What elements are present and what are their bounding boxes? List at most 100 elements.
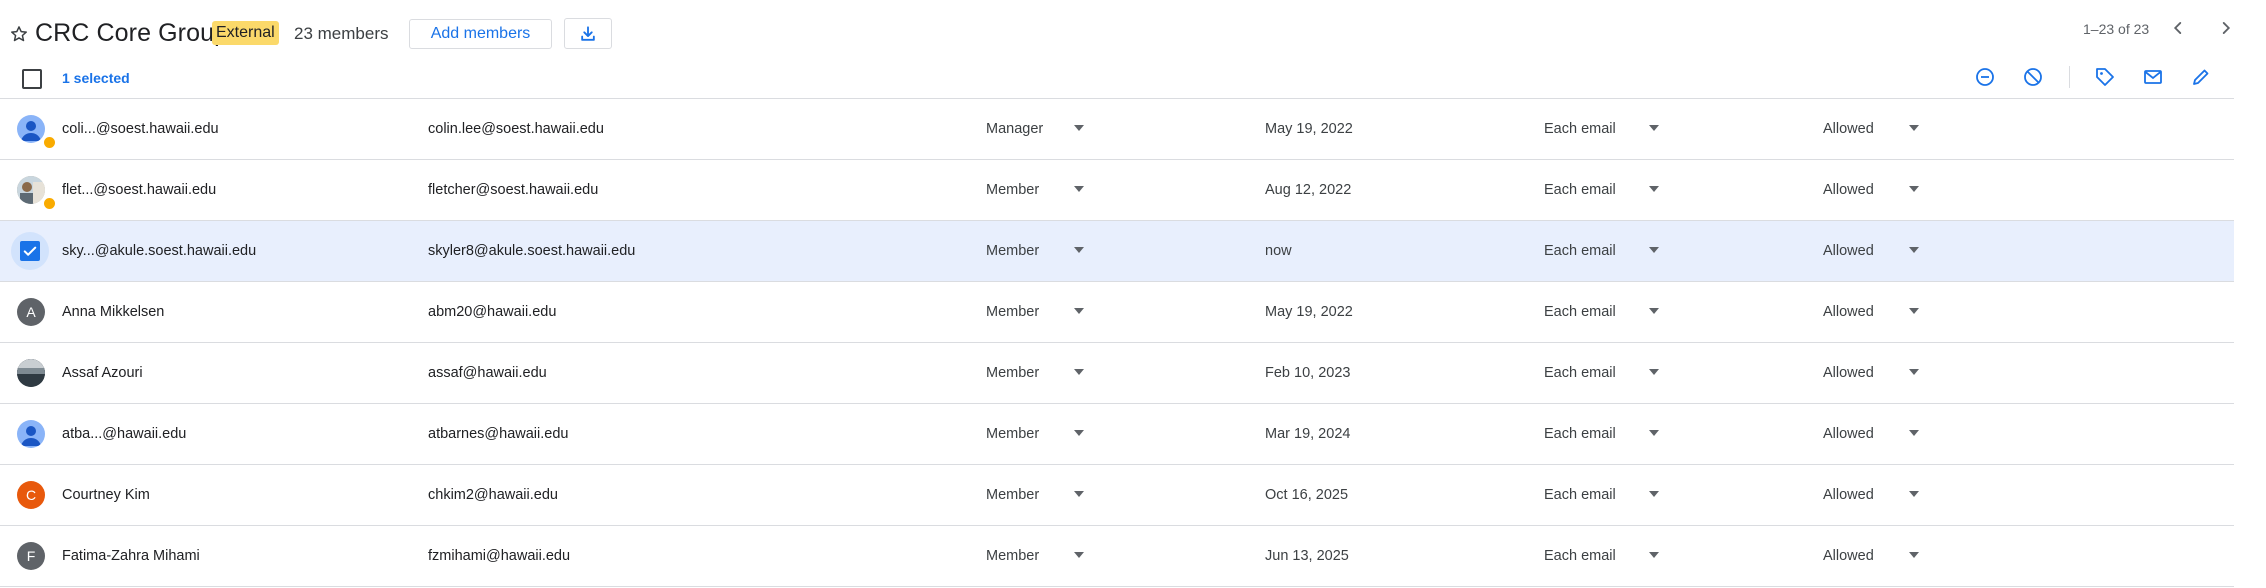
table-row[interactable]: sky...@akule.soest.hawaii.edu skyler8@aku…: [0, 221, 2234, 282]
subscription-select[interactable]: Each email: [1544, 426, 1616, 442]
joined-date: Feb 10, 2023: [1265, 365, 1351, 381]
joined-date: May 19, 2022: [1265, 121, 1353, 137]
role-dropdown-caret-icon[interactable]: [1074, 125, 1084, 131]
member-name: Anna Mikkelsen: [62, 304, 165, 320]
member-name: Fatima-Zahra Mihami: [62, 548, 200, 564]
role-dropdown-caret-icon[interactable]: [1074, 247, 1084, 253]
edit-pencil-icon[interactable]: [2189, 65, 2213, 89]
role-select[interactable]: Member: [986, 487, 1039, 503]
subscription-dropdown-caret-icon[interactable]: [1649, 430, 1659, 436]
joined-date: May 19, 2022: [1265, 304, 1353, 320]
posting-dropdown-caret-icon[interactable]: [1909, 552, 1919, 558]
posting-permission-select[interactable]: Allowed: [1823, 548, 1874, 564]
avatar: F: [17, 542, 45, 570]
member-count: 23 members: [294, 24, 389, 43]
role-select[interactable]: Member: [986, 426, 1039, 442]
external-user-badge-icon: [42, 135, 57, 150]
role-dropdown-caret-icon[interactable]: [1074, 369, 1084, 375]
joined-date: Oct 16, 2025: [1265, 487, 1349, 503]
subscription-select[interactable]: Each email: [1544, 182, 1616, 198]
external-user-badge-icon: [42, 196, 57, 211]
subscription-dropdown-caret-icon[interactable]: [1649, 125, 1659, 131]
posting-dropdown-caret-icon[interactable]: [1909, 247, 1919, 253]
posting-permission-select[interactable]: Allowed: [1823, 426, 1874, 442]
posting-dropdown-caret-icon[interactable]: [1909, 186, 1919, 192]
selected-count: 1 selected: [62, 70, 130, 86]
posting-permission-select[interactable]: Allowed: [1823, 304, 1874, 320]
subscription-dropdown-caret-icon[interactable]: [1649, 491, 1659, 497]
label-tag-icon[interactable]: [2093, 65, 2117, 89]
joined-date: Jun 13, 2025: [1265, 548, 1349, 564]
posting-dropdown-caret-icon[interactable]: [1909, 430, 1919, 436]
subscription-dropdown-caret-icon[interactable]: [1649, 247, 1659, 253]
ban-icon[interactable]: [2021, 65, 2045, 89]
photo-avatar: [17, 359, 45, 387]
role-select[interactable]: Manager: [986, 121, 1043, 137]
subscription-select[interactable]: Each email: [1544, 121, 1616, 137]
member-name: Assaf Azouri: [62, 365, 143, 381]
posting-permission-select[interactable]: Allowed: [1823, 243, 1874, 259]
table-row[interactable]: C Courtney Kim chkim2@hawaii.edu Member Oct …: [0, 465, 2234, 526]
group-title: CRC Core Group: [35, 19, 229, 47]
table-row[interactable]: F Fatima-Zahra Mihami fzmihami@hawaii.edu M…: [0, 526, 2234, 587]
posting-dropdown-caret-icon[interactable]: [1909, 369, 1919, 375]
role-dropdown-caret-icon[interactable]: [1074, 552, 1084, 558]
joined-date: Aug 12, 2022: [1265, 182, 1352, 198]
toolbar-divider: [2069, 66, 2070, 88]
joined-date: Mar 19, 2024: [1265, 426, 1351, 442]
subscription-dropdown-caret-icon[interactable]: [1649, 186, 1659, 192]
posting-dropdown-caret-icon[interactable]: [1909, 491, 1919, 497]
subscription-dropdown-caret-icon[interactable]: [1649, 308, 1659, 314]
chevron-right-icon[interactable]: [2215, 17, 2237, 39]
table-row[interactable]: flet...@soest.hawaii.edu fletcher@soest.h…: [0, 160, 2234, 221]
role-select[interactable]: Member: [986, 304, 1039, 320]
role-dropdown-caret-icon[interactable]: [1074, 430, 1084, 436]
remove-member-icon[interactable]: [1973, 65, 1997, 89]
role-dropdown-caret-icon[interactable]: [1074, 491, 1084, 497]
chevron-left-icon[interactable]: [2167, 17, 2189, 39]
group-header: CRC Core Group External 23 members Add m…: [0, 0, 2266, 62]
posting-permission-select[interactable]: Allowed: [1823, 487, 1874, 503]
download-icon: [581, 26, 595, 41]
subscription-select[interactable]: Each email: [1544, 243, 1616, 259]
subscription-dropdown-caret-icon[interactable]: [1649, 552, 1659, 558]
member-name: Courtney Kim: [62, 487, 150, 503]
avatar: A: [17, 298, 45, 326]
add-members-button[interactable]: Add members: [409, 19, 552, 49]
avatar: C: [17, 481, 45, 509]
member-email: fzmihami@hawaii.edu: [428, 548, 571, 564]
subscription-select[interactable]: Each email: [1544, 548, 1616, 564]
role-dropdown-caret-icon[interactable]: [1074, 186, 1084, 192]
role-select[interactable]: Member: [986, 365, 1039, 381]
member-email: atbarnes@hawaii.edu: [428, 426, 569, 442]
role-select[interactable]: Member: [986, 548, 1039, 564]
posting-dropdown-caret-icon[interactable]: [1909, 125, 1919, 131]
posting-permission-select[interactable]: Allowed: [1823, 121, 1874, 137]
group-members-page: CRC Core Group External 23 members Add m…: [0, 0, 2266, 588]
role-dropdown-caret-icon[interactable]: [1074, 308, 1084, 314]
email-icon[interactable]: [2141, 65, 2165, 89]
table-row[interactable]: A Anna Mikkelsen abm20@hawaii.edu Member May…: [0, 282, 2234, 343]
posting-dropdown-caret-icon[interactable]: [1909, 308, 1919, 314]
role-select[interactable]: Member: [986, 243, 1039, 259]
person-avatar-icon: [17, 420, 45, 448]
member-email: abm20@hawaii.edu: [428, 304, 557, 320]
check-icon: [23, 246, 37, 256]
download-button[interactable]: [564, 18, 612, 49]
person-avatar-icon: [17, 115, 45, 143]
star-icon[interactable]: [9, 24, 29, 44]
posting-permission-select[interactable]: Allowed: [1823, 182, 1874, 198]
subscription-select[interactable]: Each email: [1544, 365, 1616, 381]
subscription-select[interactable]: Each email: [1544, 304, 1616, 320]
select-all-checkbox[interactable]: [22, 69, 42, 89]
posting-permission-select[interactable]: Allowed: [1823, 365, 1874, 381]
row-checkbox-checked[interactable]: [20, 241, 40, 261]
member-name: flet...@soest.hawaii.edu: [62, 182, 217, 198]
subscription-select[interactable]: Each email: [1544, 487, 1616, 503]
member-email: chkim2@hawaii.edu: [428, 487, 558, 503]
table-row[interactable]: coli...@soest.hawaii.edu colin.lee@soest.…: [0, 99, 2234, 160]
role-select[interactable]: Member: [986, 182, 1039, 198]
subscription-dropdown-caret-icon[interactable]: [1649, 369, 1659, 375]
table-row[interactable]: Assaf Azouri assaf@hawaii.edu Member Feb 10…: [0, 343, 2234, 404]
table-row[interactable]: atba...@hawaii.edu atbarnes@hawaii.edu Mem…: [0, 404, 2234, 465]
